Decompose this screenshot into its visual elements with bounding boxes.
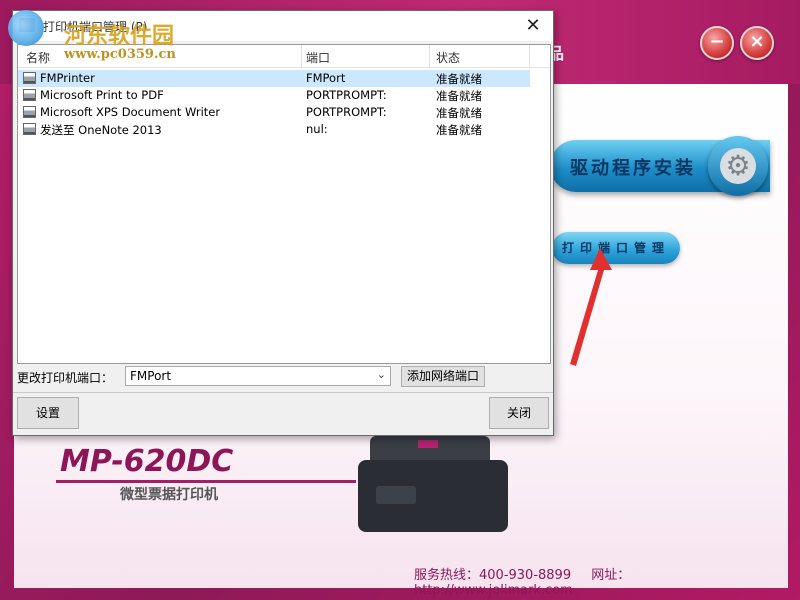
printer-icon (23, 72, 36, 84)
column-header-port[interactable]: 端口 (306, 49, 330, 66)
printer-row[interactable]: Microsoft XPS Document Writer PORTPROMPT… (18, 104, 530, 121)
printer-port: PORTPROMPT: (306, 88, 387, 102)
red-arrow-annotation (570, 248, 612, 366)
minimize-icon: − (709, 31, 725, 52)
printer-list[interactable]: 名称 端口 状态 FMPrinter FMPort 准备就绪 Microsoft… (17, 44, 551, 364)
model-subtitle: 微型票据打印机 (120, 487, 218, 503)
printer-status: 准备就绪 (436, 106, 482, 120)
dialog-button-bar (13, 392, 553, 436)
column-divider[interactable] (429, 45, 430, 67)
column-divider[interactable] (529, 45, 530, 67)
chevron-down-icon[interactable]: ⌄ (377, 368, 386, 381)
app-close-button[interactable]: × (740, 26, 774, 60)
port-select[interactable]: FMPort ⌄ (125, 366, 391, 386)
gear-icon: ⚙ (720, 148, 756, 184)
printer-icon (23, 89, 36, 101)
watermark-logo-icon (8, 10, 44, 46)
watermark-title: 河东软件园 (64, 23, 175, 49)
change-port-label: 更改打印机端口： (17, 371, 114, 385)
printer-icon (23, 123, 36, 135)
printer-status: 准备就绪 (436, 72, 482, 86)
printer-name: FMPrinter (40, 71, 95, 85)
column-header-name[interactable]: 名称 (26, 49, 50, 66)
model-name: MP-620DC (60, 444, 234, 479)
column-header-status[interactable]: 状态 (436, 49, 460, 66)
driver-install-gear[interactable]: ⚙ (708, 136, 768, 196)
dialog-close-icon[interactable]: ✕ (513, 11, 553, 41)
printer-row[interactable]: 发送至 OneNote 2013 nul: 准备就绪 (18, 121, 530, 138)
printer-image (358, 436, 508, 532)
hotline-text: 服务热线：400-930-8899 (414, 568, 572, 583)
port-select-value: FMPort (130, 369, 172, 383)
printer-port: FMPort (306, 71, 346, 85)
printer-row[interactable]: FMPrinter FMPort 准备就绪 (18, 70, 530, 87)
printer-status: 准备就绪 (436, 89, 482, 103)
printer-status: 准备就绪 (436, 123, 482, 137)
port-manager-dialog: 打印机端口管理 (P) ✕ 名称 端口 状态 FMPrinter FMPort … (12, 10, 554, 436)
printer-name: Microsoft Print to PDF (40, 88, 164, 102)
printer-icon (23, 106, 36, 118)
watermark-url: www.pc0359.cn (64, 47, 176, 62)
printer-name: Microsoft XPS Document Writer (40, 105, 221, 119)
driver-install-label: 驱动程序安装 (570, 158, 696, 179)
close-button[interactable]: 关闭 (489, 397, 549, 429)
app-footer: 服务热线：400-930-8899 网址：http://www.jolimark… (414, 564, 800, 598)
printer-port: nul: (306, 122, 328, 136)
printer-port: PORTPROMPT: (306, 105, 387, 119)
add-network-port-button[interactable]: 添加网络端口 (401, 366, 485, 387)
column-divider[interactable] (301, 45, 302, 67)
model-underline (56, 480, 356, 483)
minimize-button[interactable]: − (700, 26, 734, 60)
printer-row[interactable]: Microsoft Print to PDF PORTPROMPT: 准备就绪 (18, 87, 530, 104)
printer-name: 发送至 OneNote 2013 (40, 123, 162, 137)
setup-button[interactable]: 设置 (17, 397, 79, 429)
close-icon: × (749, 31, 765, 52)
